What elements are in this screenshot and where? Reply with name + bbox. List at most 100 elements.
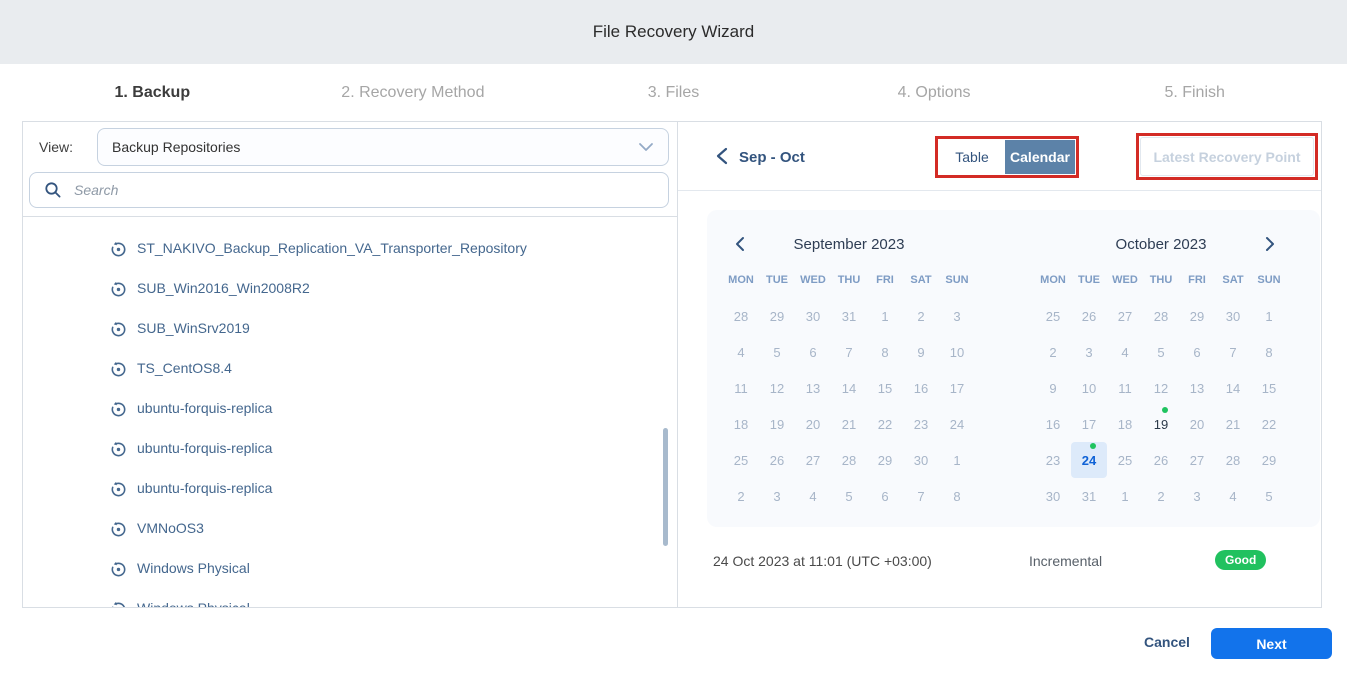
calendar-day[interactable]: 21 bbox=[1215, 406, 1251, 442]
calendar-day[interactable]: 2 bbox=[723, 478, 759, 514]
calendar-day[interactable]: 4 bbox=[795, 478, 831, 514]
next-button[interactable]: Next bbox=[1211, 628, 1332, 659]
calendar-day[interactable]: 31 bbox=[831, 298, 867, 334]
repository-list-item[interactable]: ubuntu-forquis-replica bbox=[23, 428, 677, 468]
calendar-day[interactable]: 22 bbox=[867, 406, 903, 442]
calendar-day[interactable]: 28 bbox=[723, 298, 759, 334]
calendar-day[interactable]: 28 bbox=[831, 442, 867, 478]
calendar-day[interactable]: 9 bbox=[1035, 370, 1071, 406]
repository-list-item[interactable]: SUB_Win2016_Win2008R2 bbox=[23, 268, 677, 308]
calendar-day[interactable]: 25 bbox=[1035, 298, 1071, 334]
calendar-day[interactable]: 1 bbox=[939, 442, 975, 478]
repository-list-item[interactable]: ubuntu-forquis-replica bbox=[23, 388, 677, 428]
calendar-day[interactable]: 26 bbox=[759, 442, 795, 478]
chevron-left-icon[interactable] bbox=[716, 147, 728, 165]
calendar-day[interactable]: 2 bbox=[903, 298, 939, 334]
wizard-step[interactable]: 1. Backup bbox=[22, 84, 283, 102]
calendar-day[interactable]: 1 bbox=[1107, 478, 1143, 514]
calendar-day[interactable]: 17 bbox=[1071, 406, 1107, 442]
calendar-day[interactable]: 25 bbox=[723, 442, 759, 478]
repository-list-item[interactable]: TS_CentOS8.4 bbox=[23, 348, 677, 388]
calendar-day[interactable]: 30 bbox=[795, 298, 831, 334]
calendar-day[interactable]: 14 bbox=[1215, 370, 1251, 406]
calendar-day[interactable]: 8 bbox=[939, 478, 975, 514]
calendar-day[interactable]: 27 bbox=[1107, 298, 1143, 334]
calendar-day[interactable]: 19 bbox=[759, 406, 795, 442]
calendar-day[interactable]: 2 bbox=[1035, 334, 1071, 370]
calendar-day[interactable]: 1 bbox=[867, 298, 903, 334]
calendar-day[interactable]: 6 bbox=[795, 334, 831, 370]
calendar-day[interactable]: 29 bbox=[759, 298, 795, 334]
wizard-step[interactable]: 5. Finish bbox=[1064, 84, 1325, 102]
calendar-day[interactable]: 29 bbox=[1179, 298, 1215, 334]
calendar-day[interactable]: 8 bbox=[1251, 334, 1287, 370]
calendar-day[interactable]: 20 bbox=[1179, 406, 1215, 442]
calendar-day[interactable]: 12 bbox=[759, 370, 795, 406]
calendar-day[interactable]: 31 bbox=[1071, 478, 1107, 514]
calendar-day[interactable]: 14 bbox=[831, 370, 867, 406]
calendar-day[interactable]: 17 bbox=[939, 370, 975, 406]
wizard-step[interactable]: 2. Recovery Method bbox=[283, 84, 544, 102]
calendar-day[interactable]: 3 bbox=[939, 298, 975, 334]
toggle-option-table[interactable]: Table bbox=[939, 140, 1005, 174]
calendar-day[interactable]: 3 bbox=[1071, 334, 1107, 370]
calendar-day[interactable]: 15 bbox=[1251, 370, 1287, 406]
latest-recovery-point-button[interactable]: Latest Recovery Point bbox=[1140, 137, 1314, 176]
calendar-day[interactable]: 30 bbox=[1035, 478, 1071, 514]
calendar-day[interactable]: 13 bbox=[795, 370, 831, 406]
calendar-day[interactable]: 3 bbox=[1179, 478, 1215, 514]
calendar-day[interactable]: 5 bbox=[1143, 334, 1179, 370]
cancel-button[interactable]: Cancel bbox=[1139, 634, 1195, 650]
calendar-day[interactable]: 26 bbox=[1143, 442, 1179, 478]
calendar-day[interactable]: 28 bbox=[1143, 298, 1179, 334]
calendar-day[interactable]: 2 bbox=[1143, 478, 1179, 514]
calendar-day[interactable]: 15 bbox=[867, 370, 903, 406]
calendar-day[interactable]: 7 bbox=[903, 478, 939, 514]
calendar-day[interactable]: 29 bbox=[1251, 442, 1287, 478]
calendar-day[interactable]: 20 bbox=[795, 406, 831, 442]
calendar-day[interactable]: 4 bbox=[1215, 478, 1251, 514]
calendar-day[interactable]: 30 bbox=[1215, 298, 1251, 334]
calendar-day[interactable]: 5 bbox=[1251, 478, 1287, 514]
calendar-day[interactable]: 16 bbox=[1035, 406, 1071, 442]
calendar-day[interactable]: 12 bbox=[1143, 370, 1179, 406]
scrollbar-thumb[interactable] bbox=[663, 428, 668, 546]
repository-list-item[interactable]: Windows Physical bbox=[23, 548, 677, 588]
calendar-day[interactable]: 29 bbox=[867, 442, 903, 478]
calendar-day[interactable]: 22 bbox=[1251, 406, 1287, 442]
calendar-day[interactable]: 10 bbox=[1071, 370, 1107, 406]
calendar-day[interactable]: 6 bbox=[867, 478, 903, 514]
calendar-day[interactable]: 4 bbox=[723, 334, 759, 370]
calendar-day[interactable]: 4 bbox=[1107, 334, 1143, 370]
calendar-day[interactable]: 30 bbox=[903, 442, 939, 478]
calendar-day[interactable]: 6 bbox=[1179, 334, 1215, 370]
wizard-step[interactable]: 4. Options bbox=[804, 84, 1065, 102]
calendar-day[interactable]: 11 bbox=[723, 370, 759, 406]
calendar-day[interactable]: 23 bbox=[903, 406, 939, 442]
calendar-day[interactable]: 27 bbox=[795, 442, 831, 478]
calendar-day[interactable]: 5 bbox=[831, 478, 867, 514]
calendar-day[interactable]: 16 bbox=[903, 370, 939, 406]
repository-list-item[interactable]: SUB_WinSrv2019 bbox=[23, 308, 677, 348]
calendar-day[interactable]: 23 bbox=[1035, 442, 1071, 478]
calendar-day[interactable]: 3 bbox=[759, 478, 795, 514]
calendar-day[interactable]: 24 bbox=[1071, 442, 1107, 478]
repository-list-item[interactable]: Windows Physical bbox=[23, 588, 677, 607]
calendar-day[interactable]: 19 bbox=[1143, 406, 1179, 442]
search-input[interactable] bbox=[72, 181, 668, 199]
repository-list-item[interactable]: VMNoOS3 bbox=[23, 508, 677, 548]
calendar-day[interactable]: 18 bbox=[1107, 406, 1143, 442]
calendar-day[interactable]: 9 bbox=[903, 334, 939, 370]
calendar-day[interactable]: 28 bbox=[1215, 442, 1251, 478]
calendar-day[interactable]: 7 bbox=[831, 334, 867, 370]
calendar-day[interactable]: 18 bbox=[723, 406, 759, 442]
calendar-day[interactable]: 5 bbox=[759, 334, 795, 370]
calendar-day[interactable]: 1 bbox=[1251, 298, 1287, 334]
calendar-day[interactable]: 25 bbox=[1107, 442, 1143, 478]
calendar-day[interactable]: 7 bbox=[1215, 334, 1251, 370]
view-dropdown[interactable]: Backup Repositories bbox=[97, 128, 669, 166]
calendar-day[interactable]: 10 bbox=[939, 334, 975, 370]
toggle-option-calendar[interactable]: Calendar bbox=[1005, 140, 1075, 174]
calendar-day[interactable]: 11 bbox=[1107, 370, 1143, 406]
calendar-day[interactable]: 21 bbox=[831, 406, 867, 442]
